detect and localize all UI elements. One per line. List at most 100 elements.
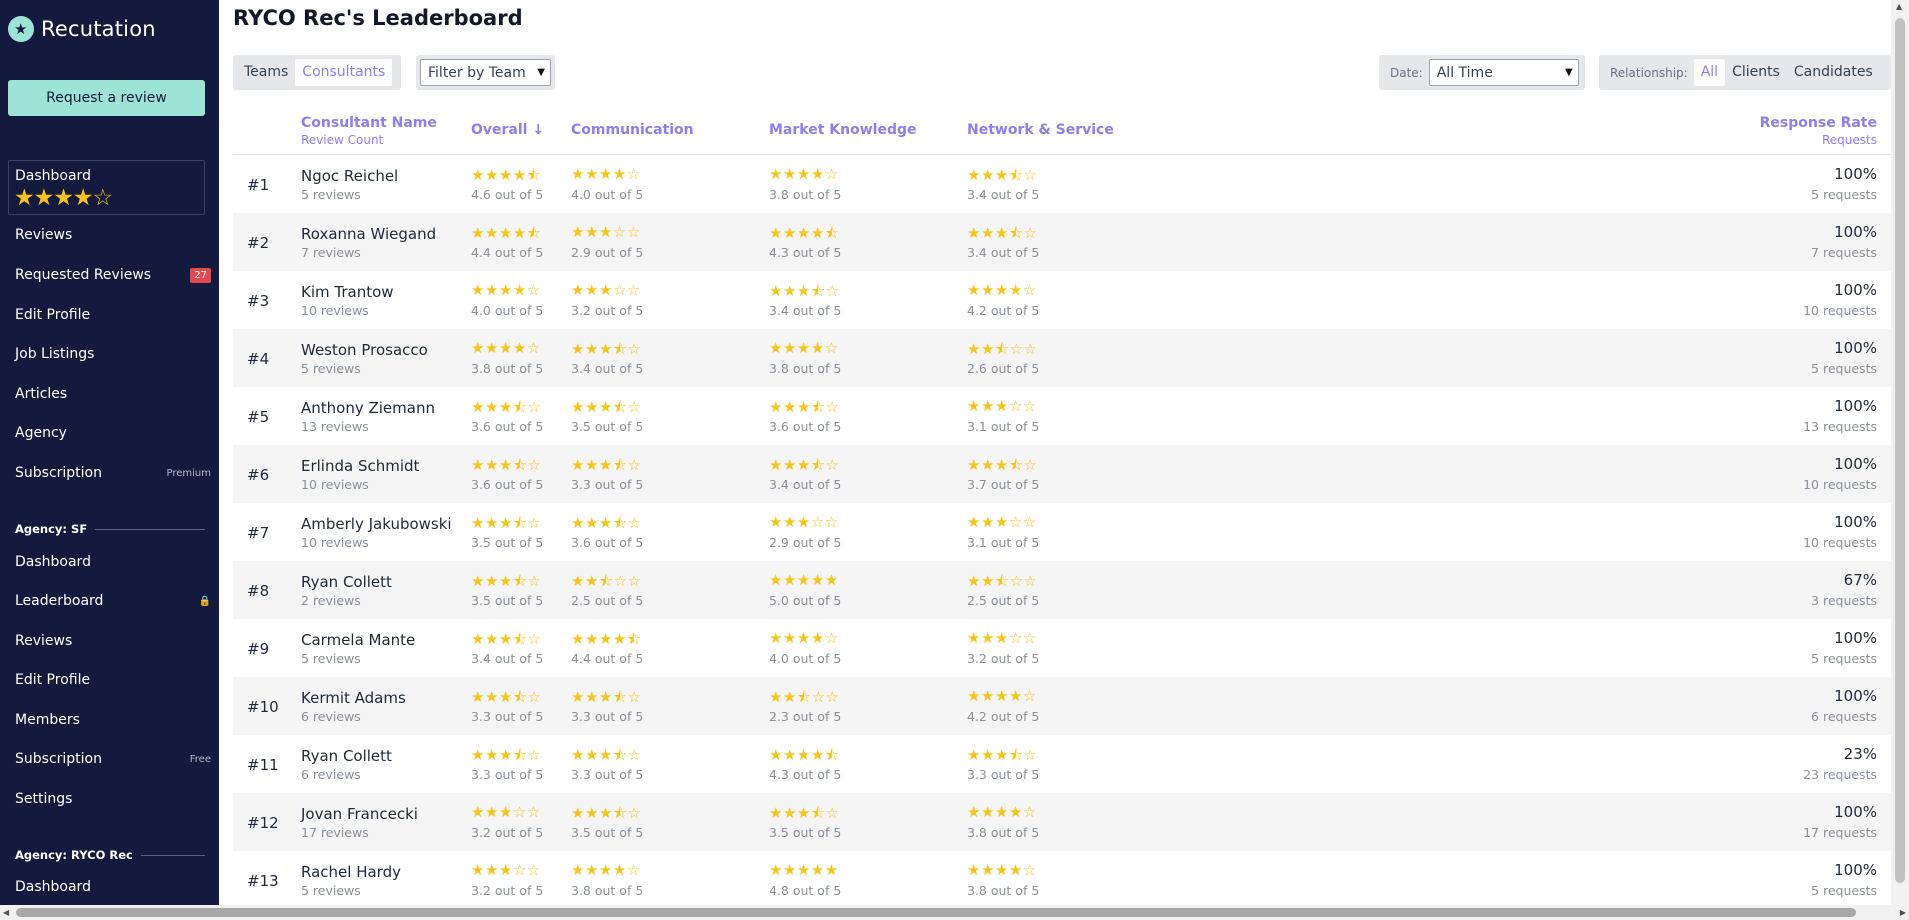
rank-cell: #3 [247, 292, 270, 310]
relationship-clients[interactable]: Clients [1725, 59, 1787, 86]
review-count: 7 reviews [301, 245, 361, 260]
sidebar-item-job-listings[interactable]: Job Listings [15, 343, 211, 365]
rating-stars: ★★★☆☆ [967, 397, 1037, 415]
logo-star-icon [8, 16, 34, 42]
rating-score: 4.8 out of 5 [769, 883, 842, 898]
table-row[interactable]: #5 Anthony Ziemann 13 reviews ★★★⯪☆ 3.6 out … [233, 387, 1891, 445]
sidebar-item-agency[interactable]: Agency [15, 422, 211, 444]
scroll-up-icon[interactable]: ▲ [1896, 2, 1902, 11]
table-row[interactable]: #6 Erlinda Schmidt 10 reviews ★★★⯪☆ 3.6 out … [233, 445, 1891, 503]
sidebar-ryco-dashboard[interactable]: Dashboard [15, 876, 211, 898]
consultant-name[interactable]: Amberly Jakubowski [301, 515, 452, 533]
col-requests[interactable]: Requests [1822, 133, 1877, 147]
col-network-service[interactable]: Network & Service [967, 122, 1114, 138]
sidebar-item-edit-profile[interactable]: Edit Profile [15, 304, 211, 326]
table-row[interactable]: #9 Carmela Mante 5 reviews ★★★⯪☆ 3.4 out of … [233, 619, 1891, 677]
table-row[interactable]: #7 Amberly Jakubowski 10 reviews ★★★⯪☆ 3.5 o… [233, 503, 1891, 561]
logo[interactable]: Recutation [0, 0, 219, 46]
sidebar-sf-members[interactable]: Members [15, 709, 211, 731]
sidebar-item-subscription[interactable]: Subscription Premium [15, 462, 211, 484]
rating-score: 4.6 out of 5 [471, 187, 544, 202]
consultant-name[interactable]: Roxanna Wiegand [301, 225, 436, 243]
col-overall[interactable]: Overall ↓ [471, 122, 544, 138]
col-market-knowledge[interactable]: Market Knowledge [769, 122, 916, 138]
table-row[interactable]: #12 Jovan Francecki 17 reviews ★★★☆☆ 3.2 out… [233, 793, 1891, 851]
rating-score: 2.3 out of 5 [769, 709, 842, 724]
sidebar-sf-settings[interactable]: Settings [15, 788, 211, 810]
sidebar-sf-subscription[interactable]: Subscription Free [15, 748, 211, 770]
dashboard-label: Dashboard [15, 168, 91, 184]
response-rate: 23% [1843, 745, 1877, 763]
rating-score: 4.0 out of 5 [769, 651, 842, 666]
response-rate: 100% [1834, 397, 1877, 415]
sidebar-item-requested-reviews[interactable]: Requested Reviews 27 [15, 264, 211, 286]
relationship-all[interactable]: All [1693, 59, 1726, 86]
consultant-name[interactable]: Rachel Hardy [301, 863, 401, 881]
sidebar-item-reviews[interactable]: Reviews [15, 224, 211, 246]
sidebar-sf-reviews[interactable]: Reviews [15, 630, 211, 652]
rating-score: 3.5 out of 5 [571, 419, 644, 434]
relationship-filter: Relationship: All Clients Candidates [1599, 55, 1891, 90]
rank-cell: #1 [247, 176, 270, 194]
relationship-label: Relationship: [1610, 65, 1688, 80]
sidebar-item-label: Edit Profile [15, 672, 91, 688]
rating-stars: ★★★★☆ [571, 861, 641, 879]
dashboard-rating-stars: ★★★★☆ [14, 185, 113, 211]
horizontal-scroll-thumb[interactable] [16, 908, 1856, 917]
table-row[interactable]: #13 Rachel Hardy 5 reviews ★★★☆☆ 3.2 out of … [233, 851, 1891, 909]
rating-stars: ★★★★☆ [769, 339, 839, 357]
sidebar-sf-leaderboard[interactable]: Leaderboard 🔒 [15, 590, 211, 612]
table-row[interactable]: #10 Kermit Adams 6 reviews ★★★⯪☆ 3.3 out of … [233, 677, 1891, 735]
consultant-name[interactable]: Weston Prosacco [301, 341, 428, 359]
request-review-button[interactable]: Request a review [8, 80, 205, 116]
consultant-name[interactable]: Kim Trantow [301, 283, 394, 301]
rating-stars: ★★★★☆ [967, 281, 1037, 299]
sidebar-item-articles[interactable]: Articles [15, 383, 211, 405]
table-row[interactable]: #11 Ryan Collett 6 reviews ★★★⯪☆ 3.3 out of … [233, 735, 1891, 793]
response-rate: 67% [1843, 571, 1877, 589]
rating-stars: ★★★☆☆ [471, 861, 541, 879]
horizontal-scrollbar[interactable]: ◀ ▶ [0, 905, 1909, 920]
consultant-name[interactable]: Ngoc Reichel [301, 167, 398, 185]
vertical-scroll-thumb[interactable] [1895, 18, 1905, 883]
col-communication[interactable]: Communication [571, 122, 694, 138]
rating-stars: ★★★☆☆ [571, 223, 641, 241]
table-row[interactable]: #8 Ryan Collett 2 reviews ★★★⯪☆ 3.5 out of 5… [233, 561, 1891, 619]
rating-score: 3.8 out of 5 [769, 187, 842, 202]
col-consultant-name[interactable]: Consultant Name [301, 115, 437, 131]
request-count: 5 requests [1811, 187, 1877, 202]
tab-teams[interactable]: Teams [237, 59, 295, 86]
scroll-right-icon[interactable]: ▶ [1900, 908, 1906, 917]
rating-stars: ★★★☆☆ [769, 513, 839, 531]
chevron-down-icon: ▼ [1565, 67, 1573, 78]
request-count: 6 requests [1811, 709, 1877, 724]
dashboard-card[interactable]: Dashboard ★★★★☆ [8, 160, 205, 215]
sidebar-sf-edit-profile[interactable]: Edit Profile [15, 669, 211, 691]
relationship-candidates[interactable]: Candidates [1787, 59, 1880, 86]
table-row[interactable]: #3 Kim Trantow 10 reviews ★★★★☆ 4.0 out of 5… [233, 271, 1891, 329]
consultant-name[interactable]: Carmela Mante [301, 631, 415, 649]
rating-score: 3.3 out of 5 [471, 767, 544, 782]
review-count: 10 reviews [301, 303, 369, 318]
consultant-name[interactable]: Erlinda Schmidt [301, 457, 419, 475]
consultant-name[interactable]: Ryan Collett [301, 573, 392, 591]
date-filter: Date: All Time ▼ [1379, 55, 1585, 90]
date-select[interactable]: All Time ▼ [1428, 59, 1579, 86]
table-row[interactable]: #4 Weston Prosacco 5 reviews ★★★★☆ 3.8 out o… [233, 329, 1891, 387]
team-filter-select[interactable]: Filter by Team ▼ [420, 59, 551, 86]
col-response-rate[interactable]: Response Rate [1760, 115, 1877, 131]
table-row[interactable]: #1 Ngoc Reichel 5 reviews ★★★★⯪ 4.6 out of 5… [233, 155, 1891, 213]
review-count: 6 reviews [301, 709, 361, 724]
tab-consultants[interactable]: Consultants [295, 59, 393, 86]
table-row[interactable]: #2 Roxanna Wiegand 7 reviews ★★★★⯪ 4.4 out o… [233, 213, 1891, 271]
vertical-scrollbar[interactable]: ▲ [1891, 0, 1909, 905]
consultant-name[interactable]: Anthony Ziemann [301, 399, 435, 417]
sidebar-sf-dashboard[interactable]: Dashboard [15, 551, 211, 573]
consultant-name[interactable]: Kermit Adams [301, 689, 406, 707]
consultant-name[interactable]: Jovan Francecki [301, 805, 418, 823]
col-review-count[interactable]: Review Count [301, 133, 383, 147]
consultant-name[interactable]: Ryan Collett [301, 747, 392, 765]
rating-score: 4.0 out of 5 [471, 303, 544, 318]
scroll-left-icon[interactable]: ◀ [3, 908, 9, 917]
rating-score: 2.6 out of 5 [967, 361, 1040, 376]
